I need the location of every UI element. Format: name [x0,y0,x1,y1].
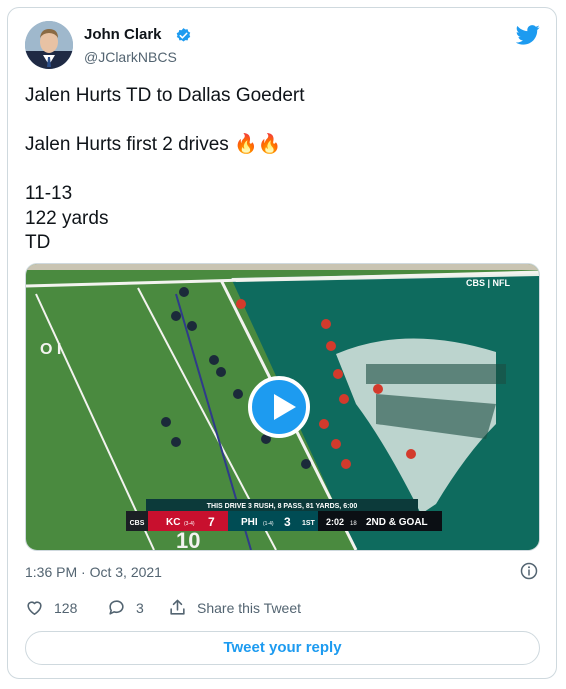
field-number-left: O I [40,341,61,358]
tweet-line: Jalen Hurts first 2 drives 🔥🔥 [25,134,282,155]
tweet-line: 122 yards [25,207,109,229]
away-record: (3-4) [184,521,195,527]
author-handle[interactable]: @JClarkNBCS [84,49,177,65]
tweet-line: 11-13 [25,183,73,204]
tweet-card: John Clark @JClarkNBCS Jalen Hurts TD to… [7,7,557,679]
field-number-bottom: 10 [176,528,200,550]
away-score: 7 [208,515,215,529]
tweet-line: Jalen Hurts TD to Dallas Goedert [25,85,305,106]
down-distance: 2ND & GOAL [366,517,428,528]
avatar[interactable] [25,21,73,69]
share-button[interactable]: Share this Tweet [168,598,301,617]
home-score: 3 [284,515,291,529]
home-team: PHI [241,517,258,528]
video-player[interactable]: O I 10 CBS | NFL THIS DRIVE 3 RUSH, 8 PA… [25,263,540,551]
away-team: KC [166,517,180,528]
heart-icon [27,601,42,616]
network-watermark: CBS | NFL [466,278,511,288]
home-record: (1-4) [263,521,274,527]
avatar-image [25,21,73,69]
like-button[interactable]: 128 [25,598,77,617]
tweet-line [25,109,540,134]
author-name[interactable]: John Clark [84,26,162,43]
tweet-line: TD [25,232,51,253]
info-icon[interactable] [520,562,538,580]
play-icon[interactable] [248,376,310,438]
game-clock: 2:02 [326,517,344,527]
reply-bubble-icon [109,600,124,615]
score-network: CBS [130,520,145,527]
twitter-bird-icon[interactable] [516,25,540,45]
tweet-line [25,158,540,183]
reply-count: 3 [136,599,144,616]
like-count: 128 [54,599,78,616]
tweet-timestamp[interactable]: 1:36 PM · Oct 3, 2021 [25,564,162,580]
tweet-your-reply-button[interactable]: Tweet your reply [25,631,540,665]
share-label: Share this Tweet [197,599,302,616]
verified-badge-icon [176,28,191,42]
reply-button[interactable]: 3 [107,598,144,617]
play-clock: 18 [350,521,357,527]
tweet-text: Jalen Hurts TD to Dallas Goedert Jalen H… [25,84,540,256]
game-quarter: 1ST [302,520,316,527]
share-icon [170,599,185,615]
drive-banner: THIS DRIVE 3 RUSH, 8 PASS, 81 YARDS, 6:0… [207,503,358,510]
